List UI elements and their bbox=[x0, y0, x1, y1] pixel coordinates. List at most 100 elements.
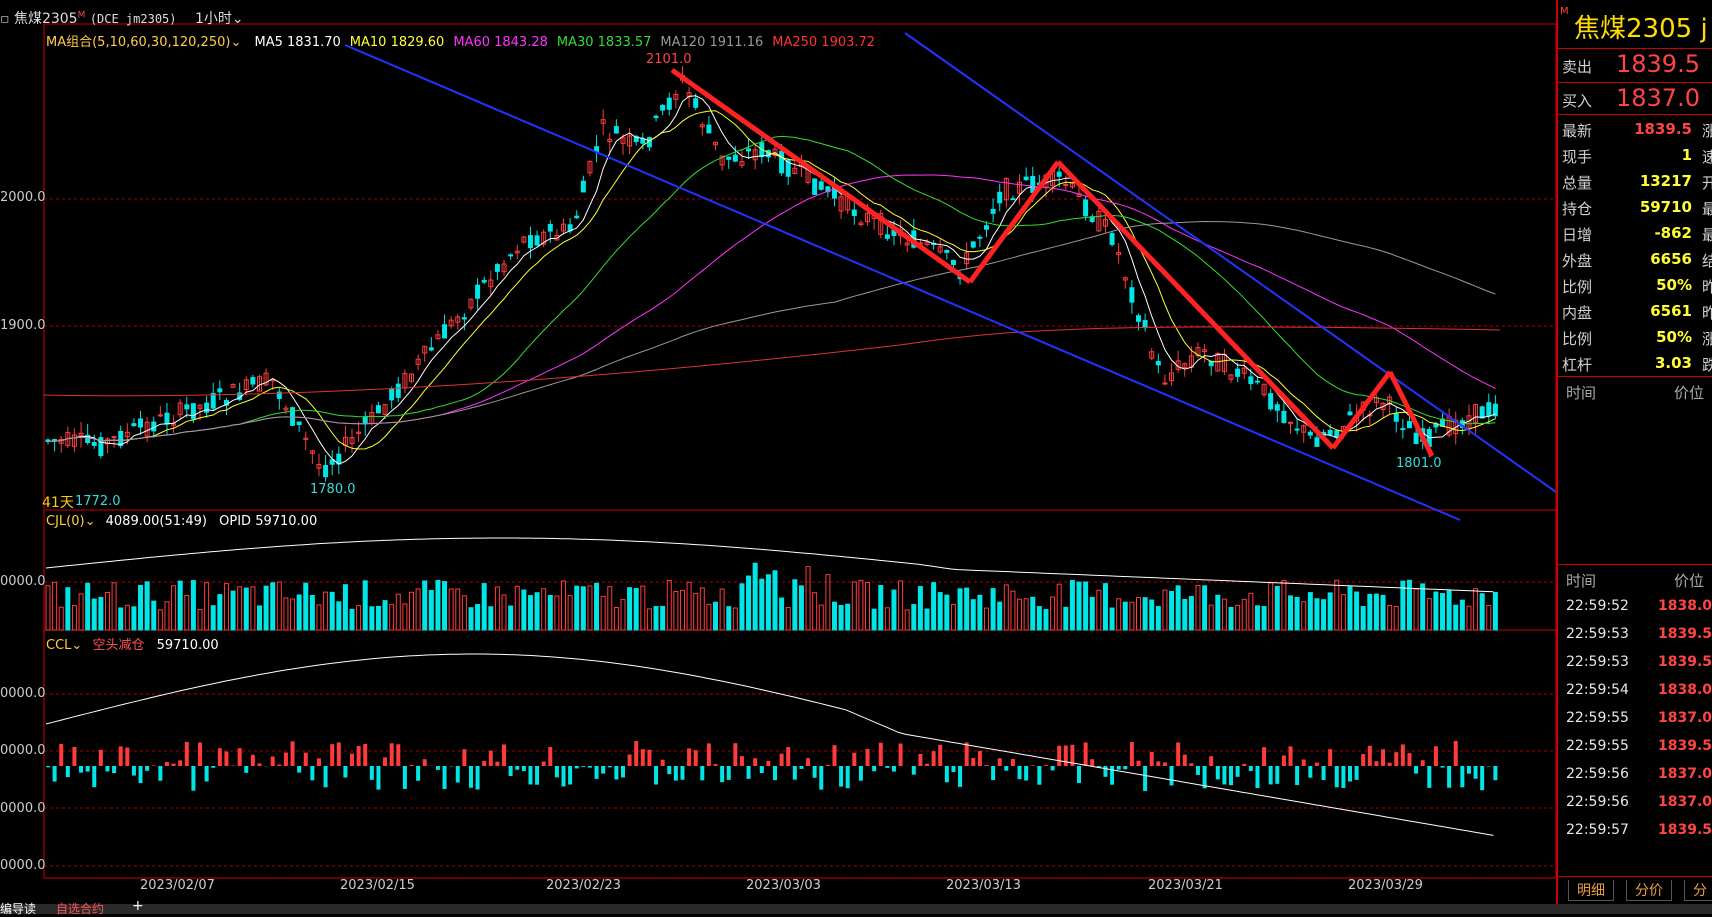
add-tab-button[interactable]: + bbox=[132, 898, 144, 914]
period-selector[interactable]: 1小时⌄ bbox=[195, 11, 244, 27]
volume-bar bbox=[92, 599, 96, 630]
oi-bar bbox=[297, 766, 301, 773]
oi-bar bbox=[1447, 766, 1451, 788]
ccl-label[interactable]: CCL bbox=[46, 638, 71, 653]
volume-bar bbox=[568, 596, 572, 630]
oi-bar bbox=[198, 743, 202, 766]
volume-bar bbox=[1150, 600, 1154, 630]
panel-tab[interactable]: 分价 bbox=[1626, 880, 1672, 901]
volume-bar bbox=[1460, 600, 1464, 630]
volume-bar bbox=[251, 587, 255, 630]
oi-bar bbox=[575, 766, 579, 768]
volume-bar bbox=[1467, 606, 1471, 630]
ma-legend[interactable]: MA组合(5,10,60,30,120,250)⌄ MA5 1831.70MA1… bbox=[46, 31, 875, 50]
stat-right: 跌 bbox=[1702, 354, 1712, 375]
volume-bar bbox=[747, 576, 751, 630]
volume-bar bbox=[218, 595, 222, 630]
oi-bar bbox=[1077, 766, 1081, 783]
oi-bar bbox=[535, 766, 539, 785]
candle-body bbox=[694, 99, 698, 108]
ma30-line bbox=[48, 136, 1495, 441]
volume-bar bbox=[1004, 585, 1008, 630]
date-label: 2023/02/15 bbox=[340, 878, 415, 893]
oi-bar bbox=[595, 766, 599, 779]
stat-label: 比例 bbox=[1562, 276, 1592, 297]
oi-bar bbox=[343, 766, 347, 777]
menu-icon[interactable]: ▫ bbox=[0, 11, 10, 27]
panel-tab[interactable]: 明细 bbox=[1568, 880, 1614, 901]
oi-bar bbox=[601, 766, 605, 774]
volume-bar bbox=[753, 563, 757, 630]
candle-body bbox=[429, 348, 433, 350]
oi-bar bbox=[667, 766, 671, 774]
volume-bar bbox=[680, 590, 684, 630]
bottom-item-guide[interactable]: 编导读 bbox=[0, 900, 36, 917]
candle-body bbox=[495, 265, 499, 272]
volume-bar bbox=[429, 591, 433, 630]
kline-chart-area[interactable] bbox=[0, 0, 1712, 914]
volume-bar bbox=[938, 593, 942, 630]
candle-body bbox=[661, 105, 665, 110]
volume-bar bbox=[661, 606, 665, 630]
wave-arrow bbox=[672, 70, 970, 282]
days-count: 41天 bbox=[42, 492, 74, 512]
bottom-item-watchlist[interactable]: 自选合约 bbox=[56, 900, 104, 917]
candle-body bbox=[852, 210, 856, 216]
candle-body bbox=[1024, 177, 1028, 180]
oi-bar bbox=[337, 742, 341, 766]
chevron-down-icon: ⌄ bbox=[71, 638, 82, 653]
sell-price[interactable]: 1839.5 bbox=[1616, 50, 1700, 78]
oi-bar bbox=[1130, 742, 1134, 766]
oi-bar bbox=[489, 751, 493, 766]
volume-bar bbox=[641, 586, 645, 630]
volume-bar bbox=[1308, 593, 1312, 630]
volume-bar bbox=[1189, 597, 1193, 630]
oi-bar bbox=[1275, 766, 1279, 784]
oi-bar bbox=[1110, 766, 1114, 785]
panel-tab[interactable]: 分 bbox=[1684, 880, 1712, 901]
oi-bar bbox=[733, 743, 737, 766]
cjl-label[interactable]: CJL(0) bbox=[46, 514, 85, 529]
oi-bar bbox=[1381, 749, 1385, 766]
ma-group-label[interactable]: MA组合(5,10,60,30,120,250) bbox=[46, 35, 230, 50]
oi-bar bbox=[793, 766, 797, 780]
volume-bar bbox=[608, 587, 612, 630]
oi-bar bbox=[687, 748, 691, 766]
volume-bar bbox=[53, 582, 57, 630]
oi-bar bbox=[119, 746, 123, 766]
volume-bar bbox=[119, 608, 123, 630]
oi-bar bbox=[608, 766, 612, 767]
oi-bar bbox=[1394, 752, 1398, 766]
buy-price[interactable]: 1837.0 bbox=[1616, 84, 1700, 112]
stat-right: 最 bbox=[1702, 198, 1712, 219]
channel-lower-line bbox=[345, 45, 1460, 520]
volume-bar bbox=[984, 608, 988, 630]
volume-bar bbox=[72, 606, 76, 630]
volume-bar bbox=[912, 605, 916, 630]
symbol-header[interactable]: ▫ 焦煤2305M (DCE jm2305) 1小时⌄ bbox=[0, 8, 244, 28]
oi-bar bbox=[1057, 746, 1061, 766]
cjl-legend[interactable]: CJL(0)⌄ 4089.00(51:49) OPID 59710.00 bbox=[46, 514, 317, 529]
oi-bar bbox=[291, 741, 295, 766]
volume-bar bbox=[489, 607, 493, 630]
ccl-legend[interactable]: CCL⌄ 空头减仓 59710.00 bbox=[46, 634, 219, 653]
oi-bar bbox=[965, 742, 969, 766]
oi-bar bbox=[528, 766, 532, 784]
volume-bar bbox=[918, 587, 922, 630]
volume-bar bbox=[971, 600, 975, 630]
oi-bar bbox=[958, 766, 962, 787]
oi-bar bbox=[1361, 754, 1365, 766]
volume-bar bbox=[555, 596, 559, 630]
oi-bar bbox=[1322, 766, 1326, 780]
volume-bar bbox=[370, 607, 374, 630]
price-tick-2000: 2000.0 bbox=[0, 190, 46, 205]
volume-bar bbox=[1341, 595, 1345, 630]
chevron-down-icon: ⌄ bbox=[232, 11, 244, 27]
volume-bar bbox=[390, 604, 394, 630]
low-annotation-1: 1780.0 bbox=[310, 482, 356, 497]
oi-bar bbox=[1064, 746, 1068, 766]
volume-bar bbox=[509, 606, 513, 630]
ma250-line bbox=[44, 327, 1500, 396]
volume-bar bbox=[859, 580, 863, 630]
candle-body bbox=[733, 155, 737, 161]
